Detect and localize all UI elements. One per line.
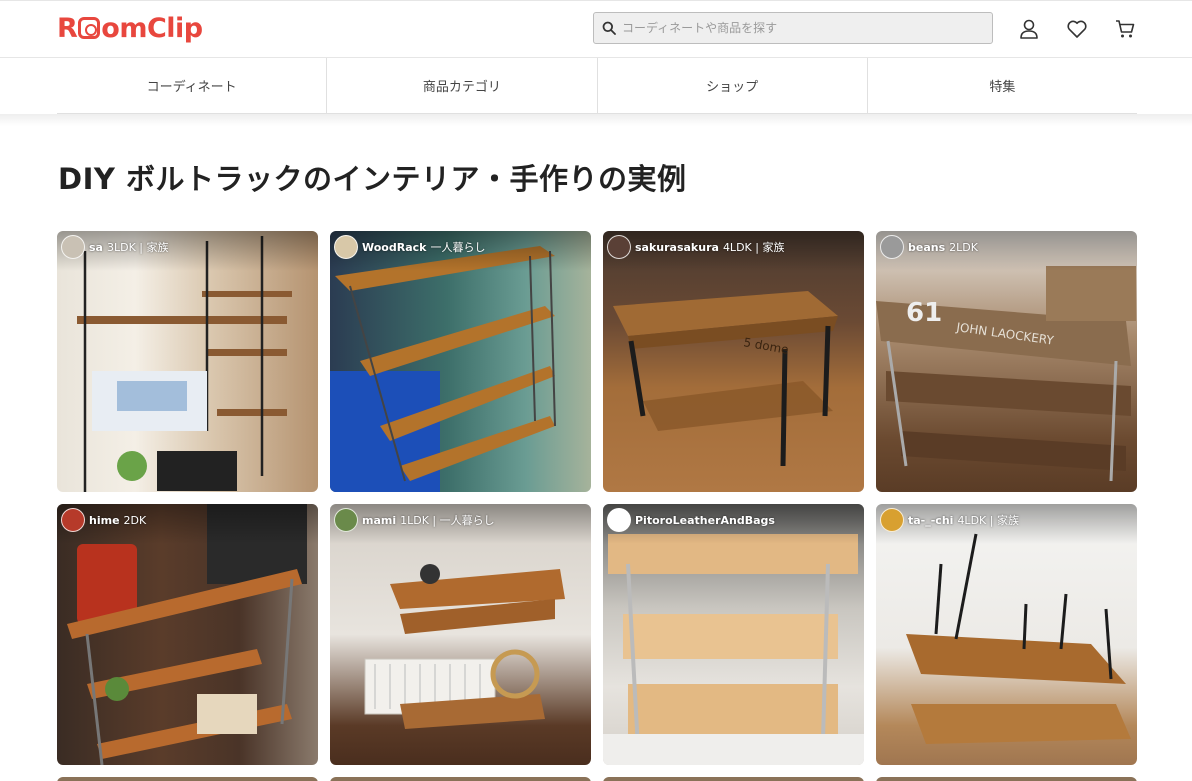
room-meta: 1LDK | 一人暮らし [400, 514, 495, 527]
post-user: beans 2LDK [880, 235, 978, 259]
post-user: hime 2DK [61, 508, 146, 532]
post-user: ta-_-chi 4LDK | 家族 [880, 508, 1019, 532]
search-input[interactable] [622, 21, 972, 35]
avatar[interactable] [607, 235, 631, 259]
post-user: sakurasakura 4LDK | 家族 [607, 235, 784, 259]
avatar[interactable] [334, 235, 358, 259]
post-card[interactable] [330, 777, 591, 781]
post-card[interactable]: sa 3LDK | 家族 [57, 231, 318, 492]
nav-product-category[interactable]: 商品カテゴリ [327, 58, 598, 113]
nav-shop[interactable]: ショップ [598, 58, 868, 113]
avatar[interactable] [880, 235, 904, 259]
post-card[interactable]: mami 1LDK | 一人暮らし [330, 504, 591, 765]
room-meta: 2DK [123, 513, 147, 527]
avatar[interactable] [607, 508, 631, 532]
username[interactable]: hime [89, 514, 120, 527]
avatar[interactable] [880, 508, 904, 532]
avatar[interactable] [334, 508, 358, 532]
post-card[interactable]: 5 dome sakurasakura 4LDK | 家族 [603, 231, 864, 492]
camera-logo-icon [78, 17, 101, 39]
heart-icon[interactable] [1064, 16, 1090, 42]
nav-divider [0, 114, 1192, 126]
avatar[interactable] [61, 235, 85, 259]
room-meta: 4LDK | 家族 [722, 241, 785, 254]
post-user: mami 1LDK | 一人暮らし [334, 508, 495, 532]
search-icon [602, 21, 616, 35]
username[interactable]: mami [362, 514, 396, 527]
username[interactable]: ta-_-chi [908, 514, 953, 527]
room-meta: 4LDK | 家族 [957, 514, 1019, 527]
post-user: WoodRack 一人暮らし [334, 235, 485, 259]
cart-icon[interactable] [1112, 16, 1138, 42]
room-meta: 2LDK [949, 240, 978, 254]
post-user: PitoroLeatherAndBags [607, 508, 779, 532]
username[interactable]: sakurasakura [635, 241, 719, 254]
post-card[interactable]: PitoroLeatherAndBags [603, 504, 864, 765]
post-card[interactable]: 61 JOHN LAOCKERY beans 2LDK [876, 231, 1137, 492]
username[interactable]: WoodRack [362, 241, 426, 254]
header: RomClip [0, 0, 1192, 58]
photo-grid: sa 3LDK | 家族 WoodRack 一人暮らし 5 dome sakuras… [57, 231, 1137, 765]
svg-text:5 dome: 5 dome [742, 335, 789, 357]
post-card[interactable] [876, 777, 1137, 781]
svg-text:61: 61 [906, 298, 942, 328]
post-card[interactable] [57, 777, 318, 781]
post-card[interactable]: hime 2DK [57, 504, 318, 765]
room-meta: 3LDK | 家族 [106, 241, 169, 254]
nav-coordinate[interactable]: コーディネート [57, 58, 328, 113]
search-box[interactable] [593, 12, 993, 44]
category-nav: コーディネート 商品カテゴリ ショップ 特集 [57, 58, 1137, 114]
post-card[interactable] [603, 777, 864, 781]
page-title: DIY ボルトラックのインテリア・手作りの実例 [58, 162, 687, 196]
post-user: sa 3LDK | 家族 [61, 235, 169, 259]
username[interactable]: PitoroLeatherAndBags [635, 514, 775, 527]
username[interactable]: sa [89, 241, 103, 254]
room-meta: 一人暮らし [430, 241, 486, 254]
user-icon[interactable] [1016, 16, 1042, 42]
avatar[interactable] [61, 508, 85, 532]
username[interactable]: beans [908, 241, 945, 254]
post-card[interactable]: ta-_-chi 4LDK | 家族 [876, 504, 1137, 765]
next-row-peek [57, 777, 1137, 781]
post-card[interactable]: WoodRack 一人暮らし [330, 231, 591, 492]
nav-feature[interactable]: 特集 [868, 58, 1137, 113]
roomclip-logo[interactable]: RomClip [57, 11, 203, 45]
